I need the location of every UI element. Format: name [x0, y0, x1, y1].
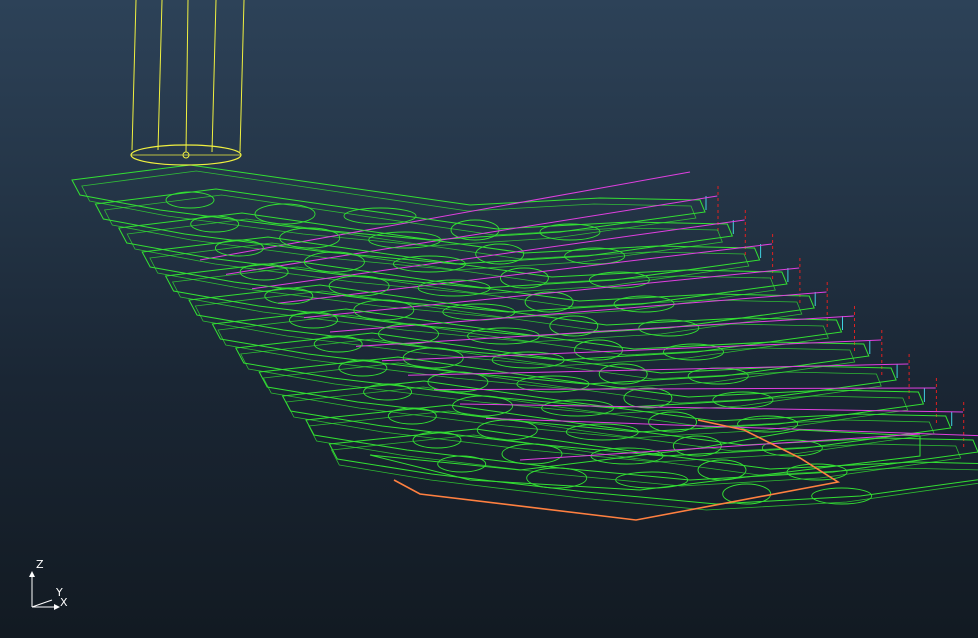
link-move-1 [199, 171, 691, 261]
cleanup-loop [722, 483, 772, 505]
y-axis-line [31, 599, 53, 608]
z-axis-label: Z [36, 558, 44, 571]
cleanup-loop [254, 203, 316, 225]
tool-outline-3 [157, 0, 163, 151]
tool-outline-5 [185, 0, 189, 153]
x-axis-label: X [60, 596, 68, 609]
toolpath-scene[interactable] [0, 0, 978, 638]
tool-outline-4 [211, 0, 217, 153]
cleanup-loop [623, 387, 673, 409]
cleanup-loop [574, 339, 623, 361]
link-move-11 [459, 403, 964, 413]
z-axis-arrow [29, 571, 35, 577]
link-move-6 [329, 291, 827, 333]
tool-outline-2 [239, 0, 245, 153]
graphics-viewport[interactable]: Z Y X [0, 0, 978, 638]
cleanup-loop [598, 363, 648, 385]
tool-outline-1 [131, 0, 137, 151]
